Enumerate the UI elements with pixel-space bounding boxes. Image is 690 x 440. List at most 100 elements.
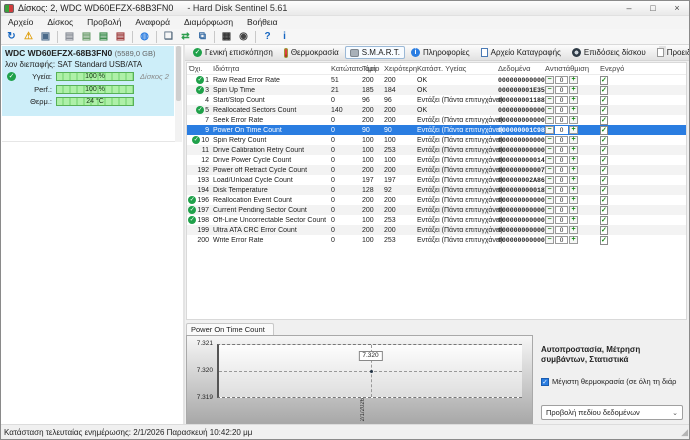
offset-plus-button[interactable]: + bbox=[569, 116, 578, 124]
enabled-checkbox[interactable]: ✓ bbox=[600, 166, 608, 175]
offset-value[interactable]: 0 bbox=[555, 76, 568, 84]
data-field-dropdown[interactable]: Προβολή πεδίου δεδομένων ⌄ bbox=[541, 405, 683, 420]
sidebar-scrollbar[interactable] bbox=[175, 46, 182, 142]
table-row[interactable]: 7Seek Error Rate0200200Εντάξει (Πάντα επ… bbox=[187, 115, 686, 125]
enabled-checkbox[interactable]: ✓ bbox=[600, 136, 608, 145]
enabled-checkbox[interactable]: ✓ bbox=[600, 146, 608, 155]
offset-minus-button[interactable]: − bbox=[545, 126, 554, 134]
offset-minus-button[interactable]: − bbox=[545, 176, 554, 184]
network-icon[interactable]: ⧉ bbox=[195, 30, 210, 44]
table-row[interactable]: 11Drive Calibration Retry Count0100253Εν… bbox=[187, 145, 686, 155]
max-temp-option[interactable]: ✓ Μέγιστη θερμοκρασία (σε όλη τη διάρ bbox=[541, 377, 687, 386]
surface-test-icon[interactable]: ▦ bbox=[219, 30, 234, 44]
max-temp-checkbox[interactable]: ✓ bbox=[541, 378, 549, 386]
table-row[interactable]: 194Disk Temperature012892Εντάξει (Πάντα … bbox=[187, 185, 686, 195]
col-header-8[interactable]: Ενεργό bbox=[600, 64, 686, 73]
offset-minus-button[interactable]: − bbox=[545, 216, 554, 224]
table-row[interactable]: ✓3Spin Up Time21185184OK000000001E35−0+✓ bbox=[187, 85, 686, 95]
offset-value[interactable]: 0 bbox=[555, 196, 568, 204]
offset-plus-button[interactable]: + bbox=[569, 106, 578, 114]
sidebar-scrollbar-thumb[interactable] bbox=[176, 46, 181, 101]
offset-plus-button[interactable]: + bbox=[569, 86, 578, 94]
tab-Πληροφορίες[interactable]: iΠληροφορίες bbox=[406, 46, 475, 59]
offset-value[interactable]: 0 bbox=[555, 126, 568, 134]
offset-minus-button[interactable]: − bbox=[545, 146, 554, 154]
offset-minus-button[interactable]: − bbox=[545, 116, 554, 124]
offset-value[interactable]: 0 bbox=[555, 86, 568, 94]
offset-plus-button[interactable]: + bbox=[569, 76, 578, 84]
help-icon[interactable]: ? bbox=[260, 30, 275, 44]
disk-ok-icon[interactable]: ▤ bbox=[96, 30, 111, 44]
offset-value[interactable]: 0 bbox=[555, 156, 568, 164]
offset-value[interactable]: 0 bbox=[555, 226, 568, 234]
enabled-checkbox[interactable]: ✓ bbox=[600, 106, 608, 115]
col-header-5[interactable]: Κατάστ. Υγείας bbox=[417, 64, 498, 73]
offset-minus-button[interactable]: − bbox=[545, 86, 554, 94]
close-button[interactable]: × bbox=[665, 1, 689, 15]
table-row[interactable]: ✓10Spin Retry Count0100100Εντάξει (Πάντα… bbox=[187, 135, 686, 145]
offset-plus-button[interactable]: + bbox=[569, 156, 578, 164]
offset-value[interactable]: 0 bbox=[555, 146, 568, 154]
table-row[interactable]: ✓197Current Pending Sector Count0200200Ε… bbox=[187, 205, 686, 215]
offset-value[interactable]: 0 bbox=[555, 136, 568, 144]
report-icon[interactable]: ❏ bbox=[161, 30, 176, 44]
offset-plus-button[interactable]: + bbox=[569, 206, 578, 214]
offset-plus-button[interactable]: + bbox=[569, 176, 578, 184]
menu-Προβολή[interactable]: Προβολή bbox=[80, 16, 128, 29]
disk-test-icon[interactable]: ▤ bbox=[79, 30, 94, 44]
offset-plus-button[interactable]: + bbox=[569, 126, 578, 134]
offset-value[interactable]: 0 bbox=[555, 236, 568, 244]
enabled-checkbox[interactable]: ✓ bbox=[600, 86, 608, 95]
menu-Αρχείο[interactable]: Αρχείο bbox=[1, 16, 40, 29]
disk-list-item-selected[interactable]: WDC WD60EFZX-68B3FN0 (5589,0 GB) λον διε… bbox=[2, 46, 174, 116]
enabled-checkbox[interactable]: ✓ bbox=[600, 206, 608, 215]
enabled-checkbox[interactable]: ✓ bbox=[600, 96, 608, 105]
offset-plus-button[interactable]: + bbox=[569, 196, 578, 204]
refresh-icon[interactable]: ↻ bbox=[4, 30, 19, 44]
enabled-checkbox[interactable]: ✓ bbox=[600, 186, 608, 195]
offset-value[interactable]: 0 bbox=[555, 116, 568, 124]
tab-Γενική επισκόπηση[interactable]: ✓Γενική επισκόπηση bbox=[188, 46, 278, 59]
offset-minus-button[interactable]: − bbox=[545, 196, 554, 204]
col-header-0[interactable]: Όχι. bbox=[187, 64, 211, 73]
table-row[interactable]: 199Ultra ATA CRC Error Count0200200Εντάξ… bbox=[187, 225, 686, 235]
enabled-checkbox[interactable]: ✓ bbox=[600, 176, 608, 185]
offset-value[interactable]: 0 bbox=[555, 176, 568, 184]
offset-plus-button[interactable]: + bbox=[569, 186, 578, 194]
offset-plus-button[interactable]: + bbox=[569, 166, 578, 174]
globe-icon[interactable]: ◍ bbox=[137, 30, 152, 44]
offset-minus-button[interactable]: − bbox=[545, 76, 554, 84]
error-alert-icon[interactable]: ⚠ bbox=[21, 30, 36, 44]
col-header-3[interactable]: Τιμή bbox=[362, 64, 384, 73]
tab-Επιδόσεις δίσκου[interactable]: Επιδόσεις δίσκου bbox=[567, 46, 651, 59]
menu-Βοήθεια[interactable]: Βοήθεια bbox=[240, 16, 284, 29]
enabled-checkbox[interactable]: ✓ bbox=[600, 126, 608, 135]
table-row[interactable]: 4Start/Stop Count09696Εντάξει (Πάντα επι… bbox=[187, 95, 686, 105]
enabled-checkbox[interactable]: ✓ bbox=[600, 226, 608, 235]
offset-minus-button[interactable]: − bbox=[545, 186, 554, 194]
col-header-4[interactable]: Χειρότερη bbox=[384, 64, 417, 73]
tab-S.M.A.R.T.[interactable]: S.M.A.R.T. bbox=[345, 46, 405, 59]
table-row[interactable]: 200Write Error Rate0100253Εντάξει (Πάντα… bbox=[187, 235, 686, 245]
offset-value[interactable]: 0 bbox=[555, 166, 568, 174]
offset-minus-button[interactable]: − bbox=[545, 136, 554, 144]
maximize-button[interactable]: □ bbox=[641, 1, 665, 15]
table-row[interactable]: ✓198Off-Line Uncorrectable Sector Count0… bbox=[187, 215, 686, 225]
tab-Προειδοποιήσεις[interactable]: Προειδοποιήσεις bbox=[652, 46, 690, 59]
offset-value[interactable]: 0 bbox=[555, 96, 568, 104]
offset-plus-button[interactable]: + bbox=[569, 226, 578, 234]
table-row[interactable]: ✓5Reallocated Sectors Count140200200OK00… bbox=[187, 105, 686, 115]
enabled-checkbox[interactable]: ✓ bbox=[600, 236, 608, 245]
col-header-6[interactable]: Δεδομένα bbox=[498, 64, 545, 73]
enabled-checkbox[interactable]: ✓ bbox=[600, 196, 608, 205]
table-row[interactable]: 12Drive Power Cycle Count0100100Εντάξει … bbox=[187, 155, 686, 165]
table-row[interactable]: 192Power off Retract Cycle Count0200200Ε… bbox=[187, 165, 686, 175]
offset-minus-button[interactable]: − bbox=[545, 156, 554, 164]
offset-minus-button[interactable]: − bbox=[545, 236, 554, 244]
offset-value[interactable]: 0 bbox=[555, 106, 568, 114]
offset-minus-button[interactable]: − bbox=[545, 226, 554, 234]
menu-Αναφορά[interactable]: Αναφορά bbox=[128, 16, 177, 29]
info-icon[interactable]: i bbox=[277, 30, 292, 44]
offset-value[interactable]: 0 bbox=[555, 216, 568, 224]
minimize-button[interactable]: – bbox=[617, 1, 641, 15]
